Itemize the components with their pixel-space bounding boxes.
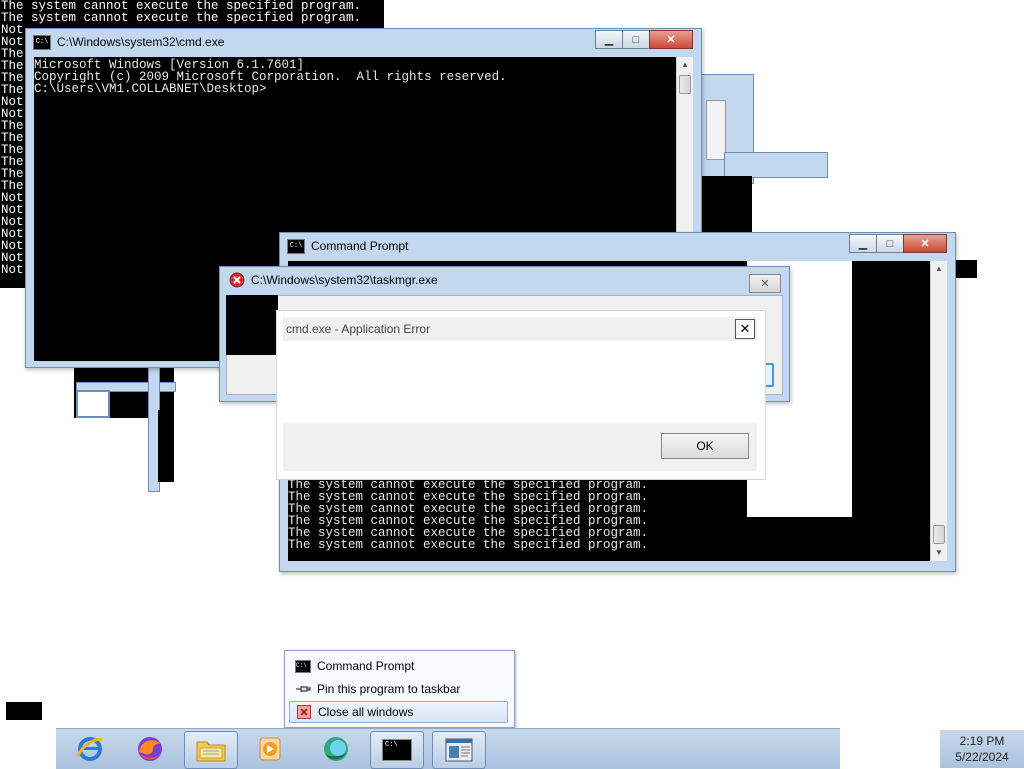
- console-fragment-line: The: [1, 120, 24, 132]
- console-fragment-line: The: [1, 48, 24, 60]
- window-fragment: [955, 260, 977, 278]
- console-line: The system cannot execute the specified …: [288, 538, 649, 552]
- maximize-button[interactable]: □: [622, 30, 650, 49]
- caption-buttons: ▁ □ ✕: [849, 234, 947, 253]
- close-icon[interactable]: ✕: [735, 319, 755, 339]
- jump-list-item-close-all[interactable]: Close all windows: [289, 701, 508, 723]
- vertical-scrollbar[interactable]: ▲ ▼: [930, 261, 947, 561]
- scroll-thumb[interactable]: [679, 75, 691, 94]
- taskbar-internet-explorer[interactable]: [64, 731, 116, 767]
- error-icon: [229, 272, 245, 288]
- taskmgr-client-black: [226, 295, 278, 355]
- pin-icon: [295, 682, 311, 696]
- console-fragment-line: The: [1, 168, 24, 180]
- console-line: The system cannot execute the specified …: [1, 11, 362, 25]
- jump-list-item-command-prompt[interactable]: C:\ Command Prompt: [289, 656, 508, 676]
- window-fragment: [700, 176, 752, 236]
- console-fragment-line: Not: [1, 264, 24, 276]
- taskbar-file-explorer[interactable]: [184, 731, 238, 769]
- caption-buttons: ▁ □ ✕: [595, 30, 693, 49]
- console-fragment-line: The: [1, 60, 24, 72]
- dialog-message: [287, 351, 747, 411]
- taskbar-command-prompt[interactable]: C:\: [370, 731, 424, 769]
- scroll-up-arrow-icon[interactable]: ▲: [931, 261, 947, 277]
- close-windows-icon: [296, 705, 312, 719]
- taskbar-firefox[interactable]: [124, 731, 176, 767]
- jump-list-label: Close all windows: [318, 705, 414, 719]
- dialog-titlebar[interactable]: cmd.exe - Application Error ✕: [283, 317, 757, 341]
- scroll-thumb[interactable]: [933, 525, 945, 544]
- close-button[interactable]: ✕: [903, 234, 947, 253]
- application-error-dialog[interactable]: cmd.exe - Application Error ✕ OK: [276, 310, 766, 480]
- window-fragment: [158, 410, 174, 482]
- dialog-title: cmd.exe - Application Error: [286, 322, 431, 336]
- taskbar-window-app[interactable]: [432, 731, 486, 769]
- console-fragment-line: The: [1, 72, 24, 84]
- window-title: C:\Windows\system32\cmd.exe: [57, 35, 225, 49]
- taskbar-green-app[interactable]: [310, 731, 362, 767]
- firefox-icon: [138, 737, 162, 761]
- jump-list-label: Command Prompt: [317, 659, 415, 673]
- scroll-down-arrow-icon[interactable]: ▼: [931, 545, 947, 561]
- console-fragment-line: Not: [1, 108, 24, 120]
- caption-buttons: ✕: [749, 274, 781, 293]
- console-fragment-line: Not: [1, 204, 24, 216]
- window-fragment: [724, 152, 828, 178]
- console-fragment-line: Not: [1, 216, 24, 228]
- console-icon: C:\: [287, 238, 305, 254]
- scroll-up-arrow-icon[interactable]: ▲: [677, 57, 693, 73]
- jump-list: C:\ Command Prompt Pin this program to t…: [284, 650, 515, 728]
- close-button[interactable]: ✕: [649, 30, 693, 49]
- maximize-button[interactable]: □: [876, 234, 904, 253]
- redraw-artifact: [852, 261, 930, 517]
- clock-date: 5/22/2024: [955, 750, 1009, 764]
- system-clock[interactable]: 2:19 PM 5/22/2024: [940, 730, 1024, 768]
- close-button[interactable]: ✕: [749, 274, 781, 293]
- console-fragment-line: The: [1, 144, 24, 156]
- console-fragment-line: The: [1, 84, 24, 96]
- window-fragment: [706, 100, 726, 160]
- console-icon: C:\: [33, 34, 51, 50]
- console-fragment-line: Not: [1, 96, 24, 108]
- jump-list-item-pin[interactable]: Pin this program to taskbar: [289, 679, 508, 699]
- media-player-icon: [259, 737, 281, 761]
- window-fragment: [76, 390, 110, 418]
- console-fragment-line: The: [1, 156, 24, 168]
- taskmgr-titlebar[interactable]: C:\Windows\system32\taskmgr.exe: [220, 267, 789, 293]
- jump-list-label: Pin this program to taskbar: [317, 682, 461, 696]
- taskbar-media-player[interactable]: [244, 731, 296, 767]
- taskbar: C:\: [56, 728, 840, 769]
- clock-time: 2:19 PM: [959, 734, 1005, 748]
- console-fragment-line: Not: [1, 252, 24, 264]
- console-fragment-line: Not: [1, 24, 24, 36]
- console-fragment-line: The: [1, 132, 24, 144]
- console-fragment-line: Not: [1, 228, 24, 240]
- minimize-button[interactable]: ▁: [595, 30, 623, 49]
- window-title: C:\Windows\system32\taskmgr.exe: [251, 273, 438, 287]
- console-fragment-line: Not: [1, 240, 24, 252]
- ie-icon: [76, 737, 103, 761]
- console-fragment-line: The: [1, 180, 24, 192]
- console-fragment-line: Not: [1, 36, 24, 48]
- console-icon: C:\: [295, 659, 311, 673]
- ok-button[interactable]: OK: [661, 433, 749, 459]
- window-app-icon: [445, 738, 473, 762]
- green-app-icon: [324, 737, 348, 761]
- console-lines: The system cannot execute the specified …: [288, 479, 649, 552]
- folder-icon: [196, 741, 226, 762]
- stray-black-block: [6, 702, 42, 720]
- dialog-button-bar: OK: [283, 423, 757, 471]
- console-icon: C:\: [382, 739, 412, 761]
- console-prompt: C:\Users\VM1.COLLABNET\Desktop>: [34, 82, 267, 96]
- minimize-button[interactable]: ▁: [849, 234, 877, 253]
- window-title: Command Prompt: [311, 239, 409, 253]
- console-fragment-line: Not: [1, 192, 24, 204]
